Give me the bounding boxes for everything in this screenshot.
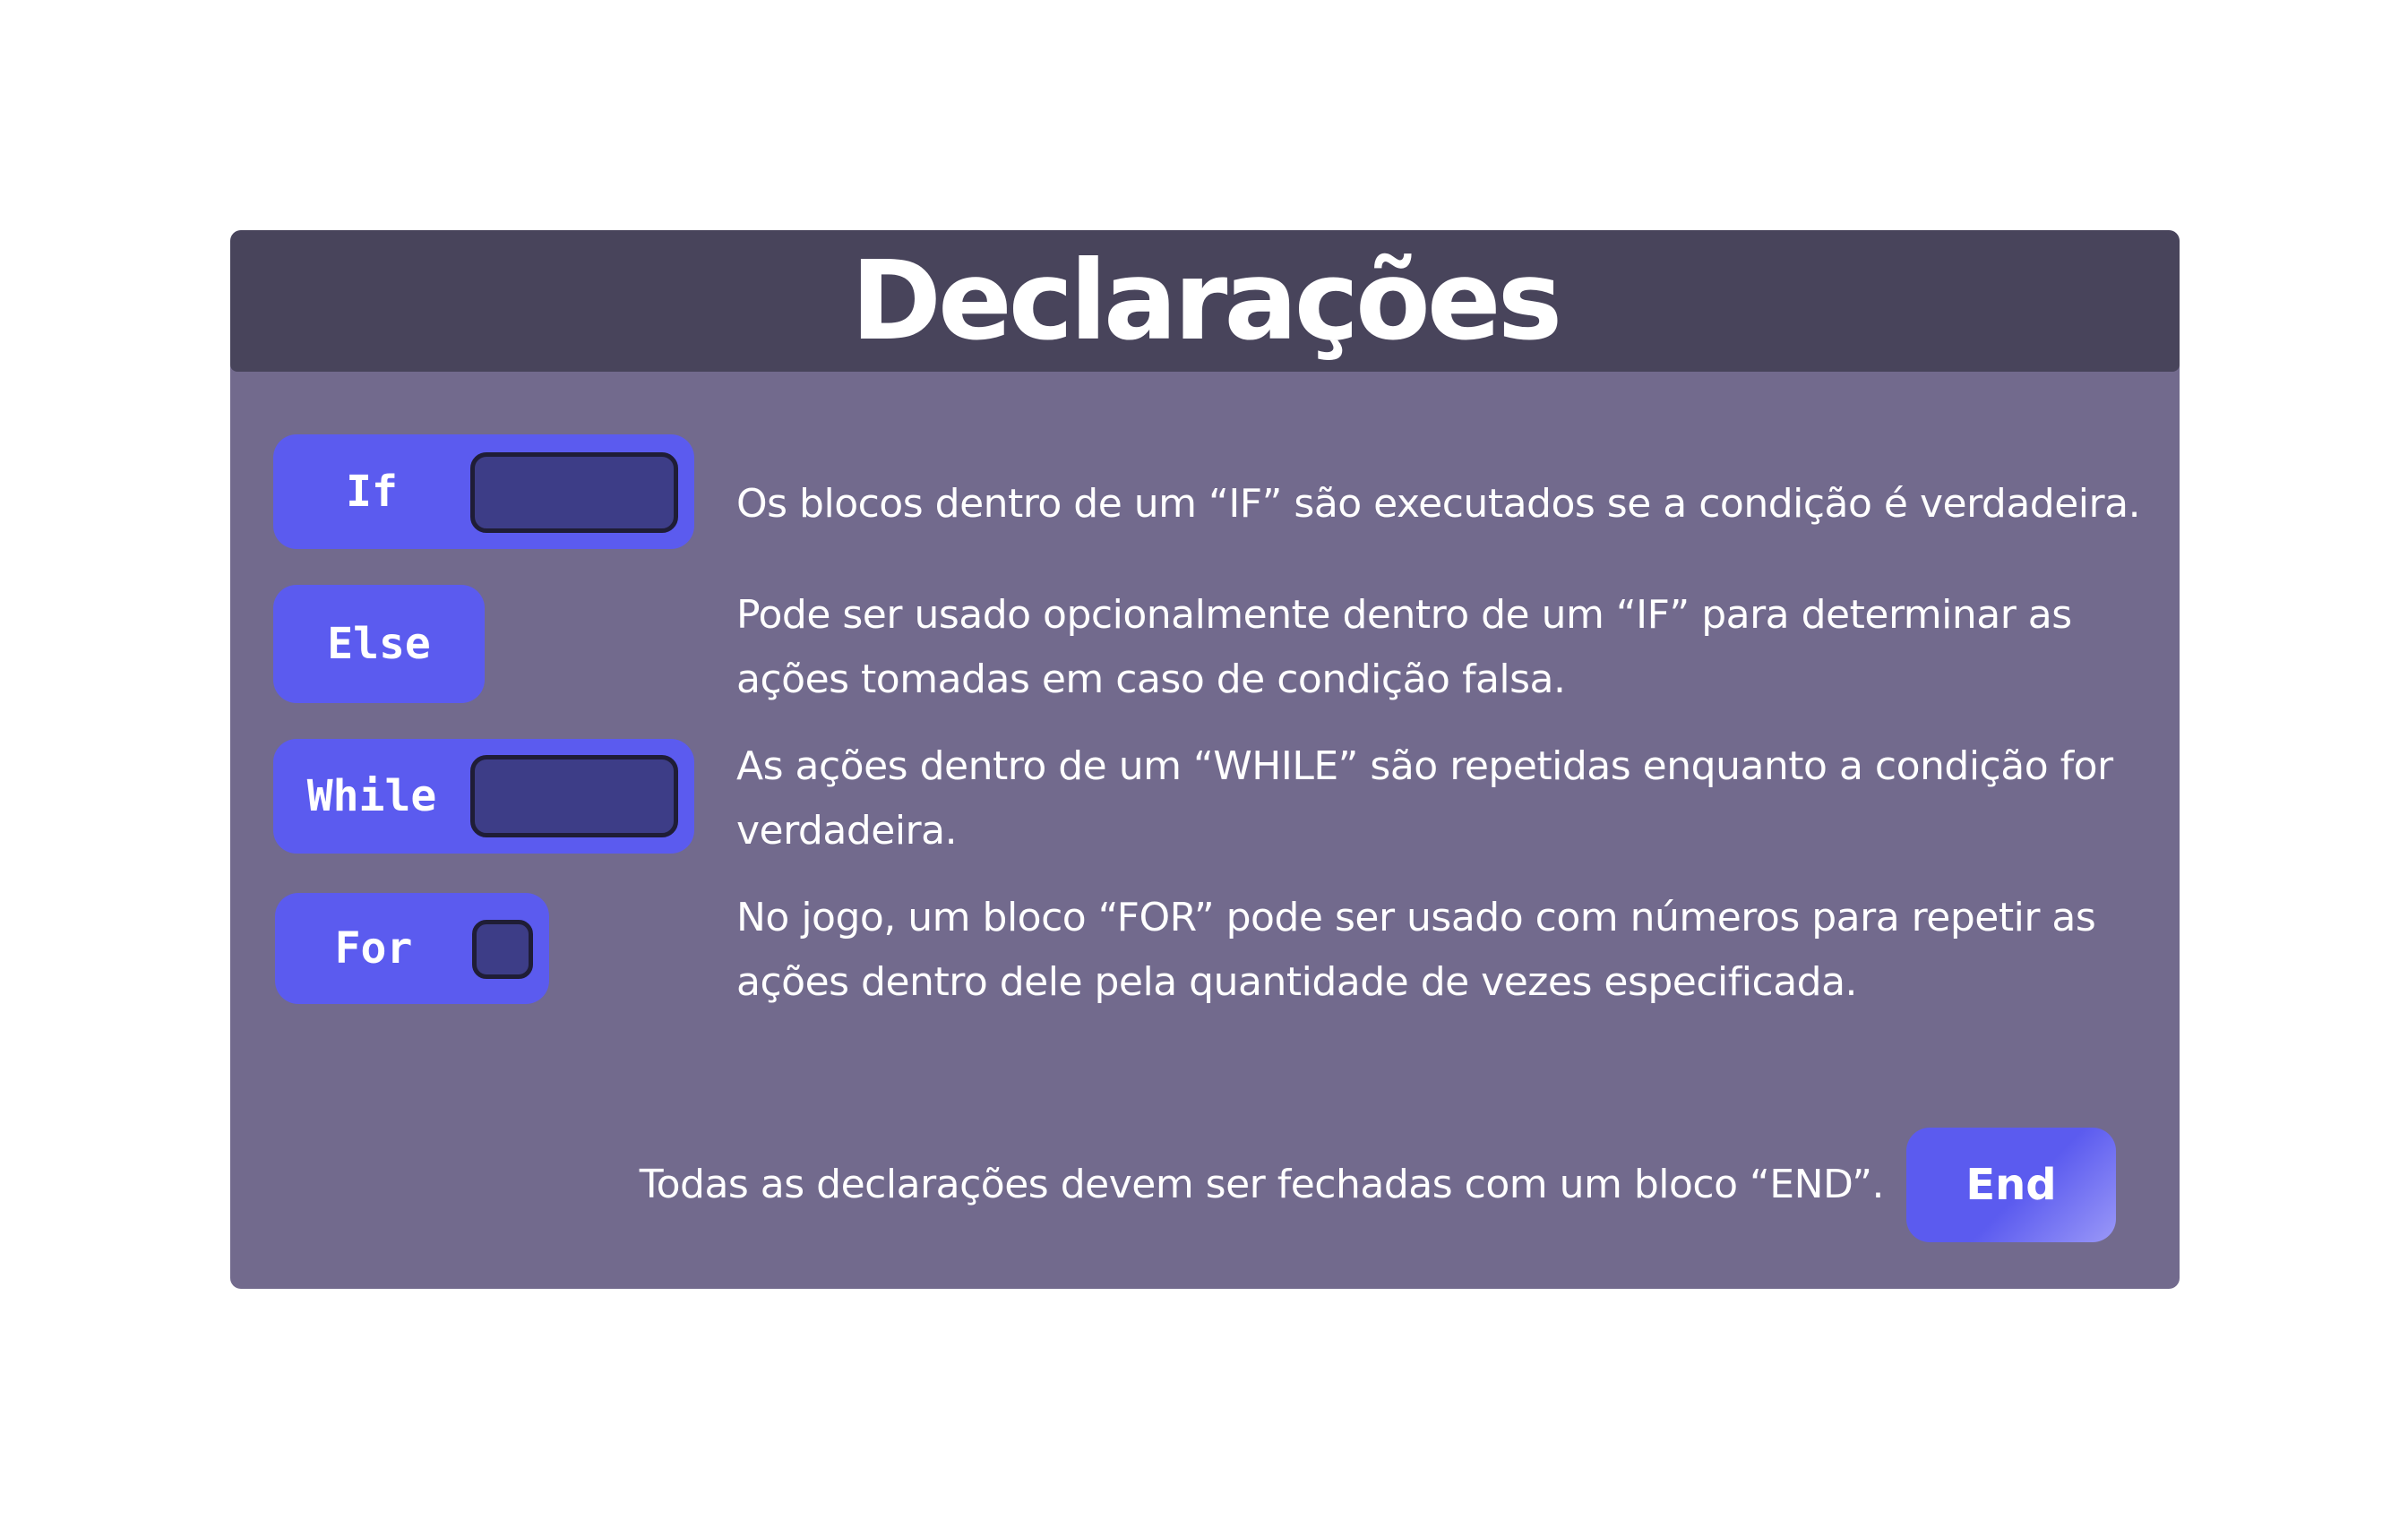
- for-number-slot[interactable]: [472, 920, 533, 979]
- panel-header: Declarações: [230, 230, 2180, 372]
- statements-panel: Declarações If Os blocos dentro de um “I…: [230, 230, 2180, 1289]
- end-block-label: End: [1965, 1160, 2057, 1210]
- end-block[interactable]: End: [1906, 1128, 2116, 1242]
- if-condition-slot[interactable]: [470, 452, 678, 533]
- for-block[interactable]: For: [275, 893, 549, 1004]
- else-block[interactable]: Else: [273, 585, 485, 703]
- for-block-label: For: [334, 923, 413, 974]
- page-title: Declarações: [850, 237, 1562, 365]
- if-block[interactable]: If: [273, 434, 694, 549]
- while-condition-slot[interactable]: [470, 755, 678, 837]
- while-description: As ações dentro de um “WHILE” são repeti…: [736, 743, 2113, 854]
- footer-text: Todas as declarações devem ser fechadas …: [639, 1162, 1885, 1207]
- if-block-label: If: [346, 467, 398, 517]
- for-description: No jogo, um bloco “FOR” pode ser usado c…: [736, 895, 2096, 1005]
- else-description: Pode ser usado opcionalmente dentro de u…: [736, 592, 2072, 702]
- while-block-label: While: [306, 771, 437, 821]
- if-description: Os blocos dentro de um “IF” são executad…: [736, 481, 2141, 527]
- else-block-label: Else: [327, 619, 431, 669]
- while-block[interactable]: While: [273, 739, 694, 854]
